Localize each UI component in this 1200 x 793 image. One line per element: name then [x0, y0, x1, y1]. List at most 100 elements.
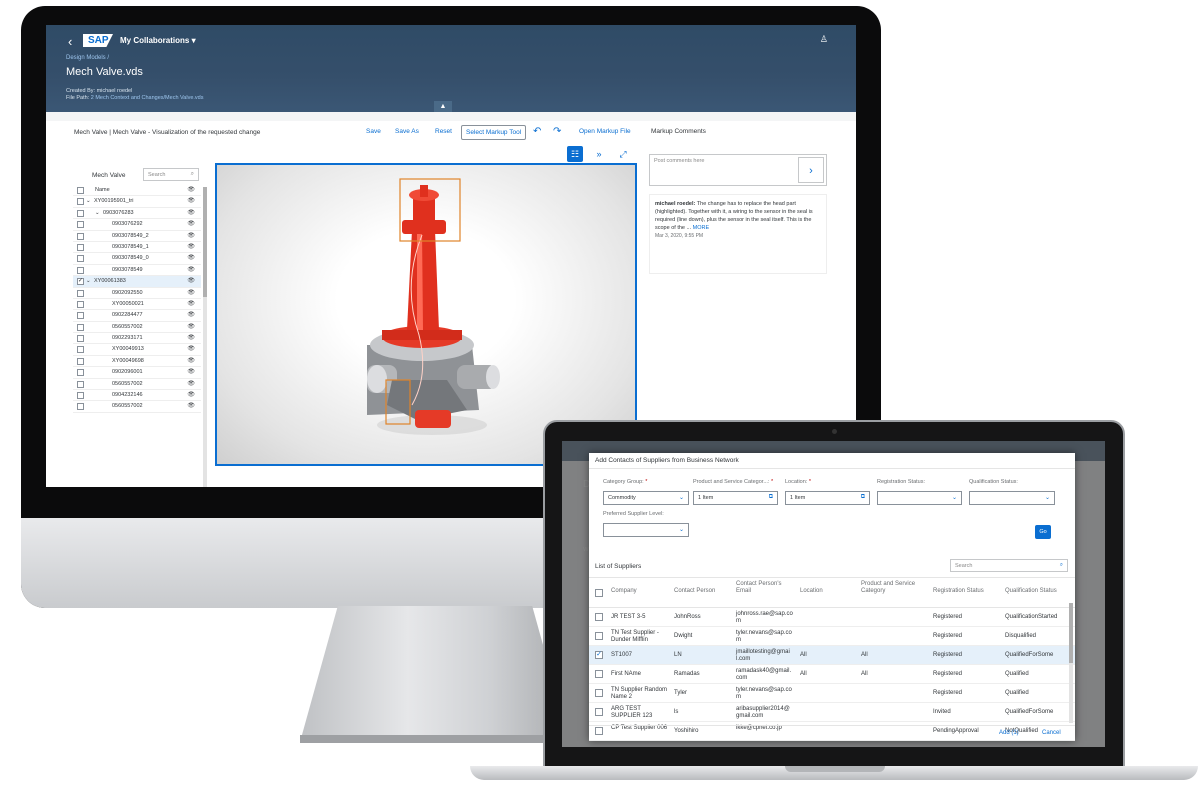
eye-icon[interactable]: 👁 — [187, 209, 195, 216]
tree-row[interactable]: 0902293171 👁 — [73, 333, 201, 345]
reset-button[interactable]: Reset — [435, 128, 452, 135]
tree-row[interactable]: 0904232146 👁 — [73, 390, 201, 402]
fullscreen-icon[interactable]: ⤢ — [615, 146, 631, 162]
row-checkbox[interactable] — [77, 392, 84, 400]
row-checkbox[interactable] — [595, 708, 603, 716]
eye-icon[interactable]: 👁 — [187, 368, 195, 375]
tree-row[interactable]: 0902092550 👁 — [73, 288, 201, 299]
eye-icon[interactable]: 👁 — [187, 266, 195, 273]
row-checkbox[interactable]: ✓ — [595, 651, 603, 659]
tree-row[interactable]: 0902096001 👁 — [73, 367, 201, 379]
row-checkbox[interactable] — [77, 357, 84, 365]
tree-row[interactable]: ⌄ 0903076283 👁 — [73, 208, 201, 220]
cancel-button[interactable]: Cancel — [1042, 730, 1061, 736]
col-contact[interactable]: Contact Person — [674, 588, 715, 595]
tree-row[interactable]: XY00049698 👁 — [73, 356, 201, 368]
eye-icon[interactable]: 👁 — [187, 186, 195, 193]
app-title-menu[interactable]: My Collaborations ▾ — [120, 36, 196, 45]
table-row[interactable]: ARG TEST SUPPLIER 123 ls aribasupplier2014… — [589, 703, 1075, 722]
tree-row[interactable]: ✓ ⌄ XY00061383 👁 — [73, 276, 201, 288]
row-checkbox[interactable] — [77, 209, 84, 217]
location-input[interactable]: 1 Item ⧉ — [785, 491, 870, 505]
table-row[interactable]: First NAme Ramadas ramadask40@gmail. com Al… — [589, 665, 1075, 684]
row-checkbox[interactable] — [77, 335, 84, 343]
add-button[interactable]: Add (1) — [999, 730, 1019, 736]
row-checkbox[interactable] — [77, 323, 84, 331]
table-row[interactable]: TN Supplier Random Name 2 Tyler tyler.neva… — [589, 684, 1075, 703]
row-checkbox[interactable] — [595, 613, 603, 621]
row-checkbox[interactable] — [77, 221, 84, 229]
comment-input[interactable]: Post comments here › — [649, 154, 827, 186]
eye-icon[interactable]: 👁 — [187, 289, 195, 296]
user-icon[interactable]: ♙ — [820, 34, 828, 45]
qualification-status-select[interactable]: ⌄ — [969, 491, 1055, 505]
row-checkbox[interactable] — [77, 369, 84, 377]
row-checkbox[interactable] — [77, 266, 84, 274]
breadcrumb[interactable]: Design Models / — [66, 55, 109, 61]
eye-icon[interactable]: 👁 — [187, 345, 195, 352]
tree-search-input[interactable]: Search ⌕ — [143, 168, 199, 181]
row-checkbox[interactable] — [77, 380, 84, 388]
expand-panel-icon[interactable]: » — [591, 146, 607, 162]
col-qualification[interactable]: Qualification Status — [1005, 588, 1057, 595]
eye-icon[interactable]: 👁 — [187, 254, 195, 261]
row-checkbox[interactable] — [595, 632, 603, 640]
eye-icon[interactable]: 👁 — [187, 391, 195, 398]
col-product[interactable]: Product and Service Category — [861, 581, 929, 594]
eye-icon[interactable]: 👁 — [187, 334, 195, 341]
search-icon[interactable]: ⌕ — [1060, 562, 1063, 569]
tree-row[interactable]: 0560557002 👁 — [73, 379, 201, 391]
table-row[interactable]: JR TEST 3-5 JohnRoss johnross.rae@sap.co m… — [589, 608, 1075, 627]
tree-row[interactable]: ⌄ XY00195901_tri 👁 — [73, 196, 201, 208]
search-icon[interactable]: ⌕ — [191, 171, 194, 178]
col-location[interactable]: Location — [800, 588, 823, 595]
row-checkbox[interactable]: ✓ — [77, 278, 84, 286]
tree-row[interactable]: 0903078549_2 👁 — [73, 231, 201, 242]
save-as-button[interactable]: Save As — [395, 128, 419, 135]
eye-icon[interactable]: 👁 — [187, 277, 195, 284]
save-button[interactable]: Save — [366, 128, 381, 135]
tree-row[interactable]: 0903078549 👁 — [73, 265, 201, 277]
eye-icon[interactable]: 👁 — [187, 402, 195, 409]
undo-icon[interactable]: ↶ — [533, 126, 541, 137]
row-checkbox[interactable] — [77, 243, 84, 251]
row-checkbox[interactable] — [595, 670, 603, 678]
eye-icon[interactable]: 👁 — [187, 232, 195, 239]
product-category-input[interactable]: 1 Item ⧉ — [693, 491, 778, 505]
open-markup-file-button[interactable]: Open Markup File — [579, 128, 631, 135]
expand-chevron-icon[interactable]: ⌄ — [86, 198, 91, 204]
redo-icon[interactable]: ↷ — [553, 126, 561, 137]
table-row[interactable]: ✓ ST1007 LN jmaillotesting@gmai l.com All All… — [589, 646, 1075, 665]
row-checkbox[interactable] — [595, 689, 603, 697]
tree-row[interactable]: XY00050021 👁 — [73, 299, 201, 311]
eye-icon[interactable]: 👁 — [187, 300, 195, 307]
row-checkbox[interactable] — [77, 289, 84, 297]
tree-row[interactable]: 0902284477 👁 — [73, 310, 201, 322]
supplier-search-input[interactable]: Search ⌕ — [950, 559, 1068, 572]
select-markup-tool-button[interactable]: Select Markup Tool — [461, 125, 527, 140]
row-checkbox[interactable] — [77, 403, 84, 411]
table-row[interactable]: TN Test Supplier - Dunder Mifflin Dwight t… — [589, 627, 1075, 646]
send-comment-icon[interactable]: › — [798, 157, 824, 183]
tree-row[interactable]: 0903078549_0 👁 — [73, 253, 201, 265]
collapse-header-icon[interactable]: ▲ — [434, 101, 452, 112]
expand-chevron-icon[interactable]: ⌄ — [95, 210, 100, 216]
expand-chevron-icon[interactable]: ⌄ — [86, 278, 91, 284]
row-checkbox[interactable] — [77, 255, 84, 263]
col-registration[interactable]: Registration Status — [933, 588, 984, 595]
eye-icon[interactable]: 👁 — [187, 357, 195, 364]
hierarchy-icon[interactable]: ☷ — [567, 146, 583, 162]
row-checkbox[interactable] — [77, 198, 84, 206]
back-icon[interactable]: ‹ — [68, 34, 72, 49]
col-email[interactable]: Contact Person's Email — [736, 581, 794, 594]
table-scrollbar[interactable] — [1069, 603, 1073, 723]
preferred-supplier-select[interactable]: ⌄ — [603, 523, 689, 537]
row-checkbox[interactable] — [77, 232, 84, 240]
col-company[interactable]: Company — [611, 588, 637, 595]
select-all-checkbox[interactable] — [595, 589, 603, 597]
eye-icon[interactable]: 👁 — [187, 243, 195, 250]
row-checkbox[interactable] — [77, 312, 84, 320]
file-path-link[interactable]: 2 Mech Context and Changes/Mech Valve.vd… — [91, 95, 204, 101]
eye-icon[interactable]: 👁 — [187, 220, 195, 227]
tree-row[interactable]: 0903076292 👁 — [73, 219, 201, 231]
